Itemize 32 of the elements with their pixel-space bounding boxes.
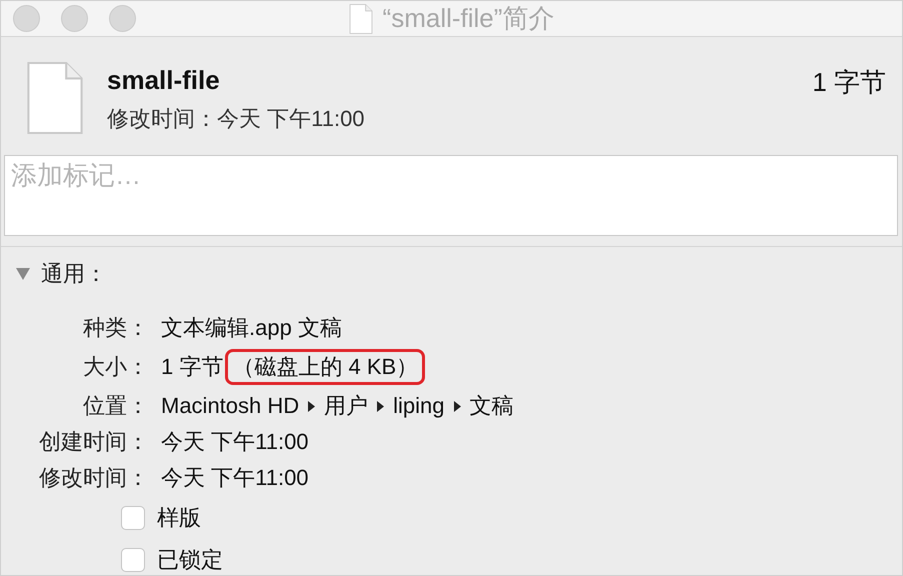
info-value: 1 字节 [161,353,224,381]
window-title: “small-file”简介 [382,2,554,35]
checkbox[interactable] [121,548,145,572]
info-label: 修改时间： [38,464,149,492]
modified-date: 修改时间：今天 下午11:00 [107,105,366,133]
window-control-button[interactable] [61,5,88,32]
checkbox-label: 样版 [157,504,201,532]
path-segment[interactable]: 用户 [324,391,368,421]
path-segment[interactable]: liping [393,393,445,419]
disclosure-triangle-icon[interactable] [15,266,31,282]
section-title[interactable]: 通用： [41,259,107,289]
file-name: small-file [107,65,221,96]
file-size: 1 字节 [812,66,886,99]
checkbox-label: 已锁定 [157,546,223,574]
info-value: 今天 下午11:00 [161,428,310,456]
tags-field[interactable]: 添加标记… [4,155,898,236]
info-value: 今天 下午11:00 [161,464,310,492]
info-label: 种类： [82,314,149,342]
window-control-button[interactable] [109,5,136,32]
highlighted-disk-size: （磁盘上的 4 KB） [225,349,426,385]
path-separator-icon [307,400,316,412]
info-label: 位置： [82,392,149,420]
path-segment[interactable]: 文稿 [470,391,514,421]
document-icon [348,4,373,34]
info-label: 大小： [82,353,149,381]
path-segment[interactable]: Macintosh HD [161,393,300,419]
info-value: 文本编辑.app 文稿 [161,314,343,342]
path-separator-icon [452,400,462,412]
path-separator-icon [376,400,386,412]
window-control-button[interactable] [13,5,40,32]
checkbox[interactable] [121,506,145,530]
info-label: 创建时间： [38,428,149,456]
